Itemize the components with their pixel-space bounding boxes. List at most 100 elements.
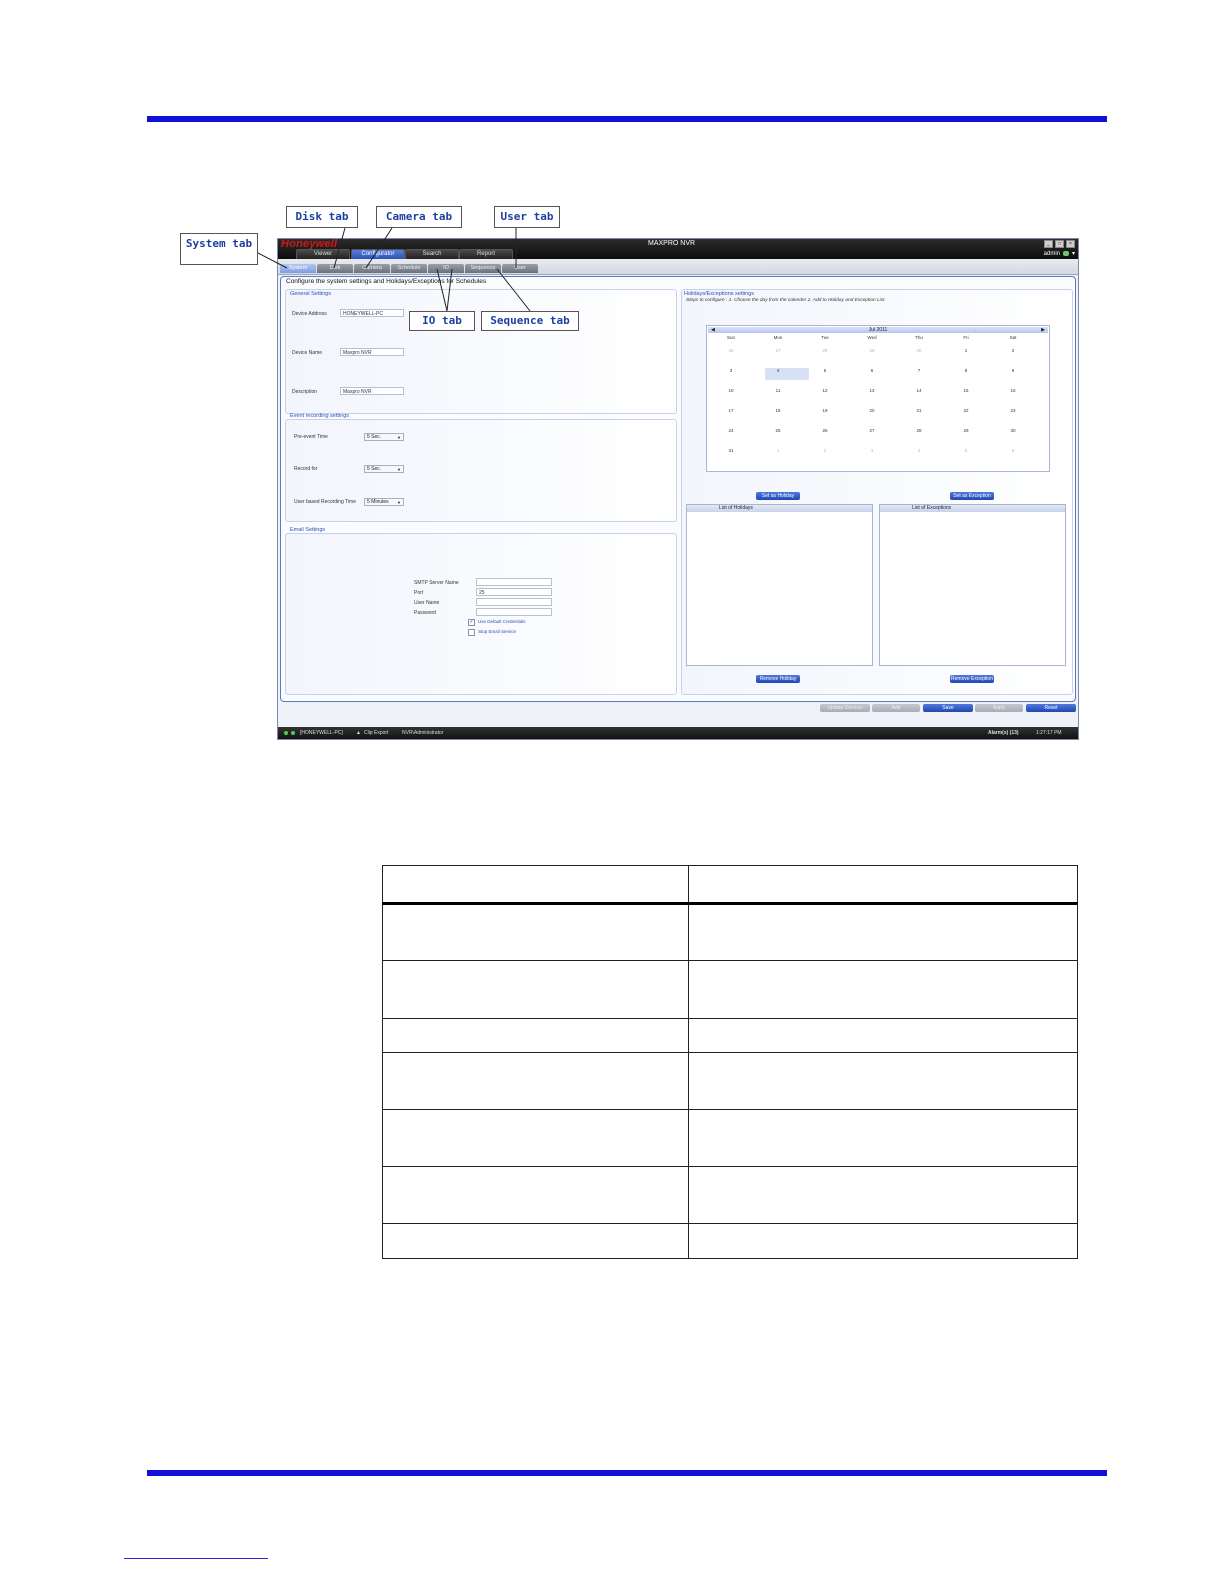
set-as-holiday-button[interactable]: Set as Holiday bbox=[756, 492, 800, 500]
calendar-day[interactable]: 30 bbox=[1003, 428, 1023, 433]
tab-search[interactable]: Search bbox=[405, 249, 459, 259]
calendar-weekday: Sun bbox=[726, 335, 735, 340]
status-clip-export[interactable]: Clip Export bbox=[364, 727, 388, 739]
calendar-day[interactable]: 14 bbox=[909, 388, 929, 393]
smtp-label: SMTP Server Name bbox=[414, 580, 459, 586]
calendar-day[interactable]: 28 bbox=[909, 428, 929, 433]
holidays-list[interactable]: List of Holidays bbox=[686, 504, 873, 666]
use-default-credentials-checkbox[interactable]: ✓ bbox=[468, 619, 475, 626]
clip-export-icon[interactable]: ▲ bbox=[356, 727, 361, 739]
calendar-day[interactable]: 23 bbox=[1003, 408, 1023, 413]
calendar-weekday: Tue bbox=[821, 335, 829, 340]
tab-configurator[interactable]: Configurator bbox=[351, 249, 405, 259]
calendar-day[interactable]: 20 bbox=[862, 408, 882, 413]
calendar-day[interactable]: 24 bbox=[721, 428, 741, 433]
calendar-day[interactable]: 21 bbox=[909, 408, 929, 413]
calendar-day[interactable]: 4 bbox=[768, 368, 788, 373]
apply-button[interactable]: Apply bbox=[975, 704, 1023, 712]
status-user: NVR\Administrator bbox=[402, 730, 444, 736]
calendar-day[interactable]: 27 bbox=[768, 348, 788, 353]
subtab-io[interactable]: IO bbox=[428, 264, 464, 273]
calendar-day[interactable]: 5 bbox=[956, 448, 976, 453]
close-icon[interactable]: × bbox=[1066, 240, 1075, 248]
calendar-day[interactable]: 1 bbox=[768, 448, 788, 453]
calendar-day[interactable]: 25 bbox=[768, 428, 788, 433]
calendar-day[interactable]: 3 bbox=[862, 448, 882, 453]
subtab-schedule[interactable]: Schedule bbox=[391, 264, 427, 273]
calendar-day[interactable]: 31 bbox=[721, 448, 741, 453]
record-for-value: 5 Sec. bbox=[367, 466, 382, 472]
subtab-system[interactable]: System bbox=[280, 264, 316, 273]
calendar-day[interactable]: 1 bbox=[956, 348, 976, 353]
record-for-dropdown[interactable]: 5 Sec. ▼ bbox=[364, 465, 404, 473]
pre-event-dropdown[interactable]: 5 Sec. ▼ bbox=[364, 433, 404, 441]
calendar-day[interactable]: 17 bbox=[721, 408, 741, 413]
calendar-day[interactable]: 26 bbox=[721, 348, 741, 353]
calendar-weekday: Wed bbox=[867, 335, 877, 340]
calendar-day[interactable]: 30 bbox=[909, 348, 929, 353]
smtp-field[interactable] bbox=[476, 578, 552, 586]
user-menu[interactable]: admin ▾ bbox=[1044, 250, 1075, 258]
calendar-day[interactable]: 22 bbox=[956, 408, 976, 413]
remove-exception-button[interactable]: Remove Exception bbox=[950, 675, 994, 683]
stop-email-service-checkbox[interactable] bbox=[468, 629, 475, 636]
calendar-day[interactable]: 29 bbox=[956, 428, 976, 433]
device-address-field[interactable]: HONEYWELL-PC bbox=[340, 309, 404, 317]
calendar-day[interactable]: 7 bbox=[909, 368, 929, 373]
calendar-day[interactable]: 11 bbox=[768, 388, 788, 393]
calendar-day[interactable]: 29 bbox=[862, 348, 882, 353]
user-based-dropdown[interactable]: 5 Minutes ▼ bbox=[364, 498, 404, 506]
device-name-field[interactable]: Maxpro NVR bbox=[340, 348, 404, 356]
subtab-sequence[interactable]: Sequence bbox=[465, 264, 501, 273]
status-dot-icon bbox=[284, 731, 288, 735]
calendar-day[interactable]: 12 bbox=[815, 388, 835, 393]
table-cell bbox=[688, 960, 1078, 1019]
calendar-day[interactable]: 18 bbox=[768, 408, 788, 413]
subtab-disk[interactable]: Disk bbox=[317, 264, 353, 273]
reset-button[interactable]: Reset bbox=[1026, 704, 1076, 712]
holiday-calendar[interactable]: ◀ Jul 2011 ▶ Sun Mon Tue Wed Thu Fri Sat 26 27 2… bbox=[706, 325, 1050, 472]
calendar-day[interactable]: 2 bbox=[815, 448, 835, 453]
status-device: [HONEYWELL-PC] bbox=[300, 730, 343, 736]
calendar-day[interactable]: 27 bbox=[862, 428, 882, 433]
calendar-day[interactable]: 15 bbox=[956, 388, 976, 393]
calendar-day[interactable]: 28 bbox=[815, 348, 835, 353]
callout-camera-tab: Camera tab bbox=[376, 206, 462, 228]
exceptions-list[interactable]: List of Exceptions bbox=[879, 504, 1066, 666]
add-button[interactable]: Add bbox=[872, 704, 920, 712]
table-cell bbox=[688, 1166, 1078, 1224]
subtab-user[interactable]: User bbox=[502, 264, 538, 273]
calendar-day[interactable]: 9 bbox=[1003, 368, 1023, 373]
calendar-day[interactable]: 6 bbox=[862, 368, 882, 373]
calendar-day[interactable]: 3 bbox=[721, 368, 741, 373]
calendar-day[interactable]: 13 bbox=[862, 388, 882, 393]
port-field[interactable]: 25 bbox=[476, 588, 552, 596]
calendar-day[interactable]: 19 bbox=[815, 408, 835, 413]
calendar-day[interactable]: 6 bbox=[1003, 448, 1023, 453]
subtab-camera[interactable]: Camera bbox=[354, 264, 390, 273]
password-field[interactable] bbox=[476, 608, 552, 616]
status-alarms[interactable]: Alarm(s) (13) bbox=[988, 727, 1019, 739]
calendar-day[interactable]: 4 bbox=[909, 448, 929, 453]
event-recording-panel: Event recording settings Pre-event Time … bbox=[285, 413, 677, 522]
calendar-day[interactable]: 2 bbox=[1003, 348, 1023, 353]
update-devices-button[interactable]: Update Devices bbox=[820, 704, 870, 712]
footer-link-underline bbox=[124, 1558, 268, 1559]
set-as-exception-button[interactable]: Set as Exception bbox=[950, 492, 994, 500]
tab-report[interactable]: Report bbox=[459, 249, 513, 259]
next-month-icon[interactable]: ▶ bbox=[1041, 327, 1045, 333]
maximize-icon[interactable]: □ bbox=[1055, 240, 1064, 248]
description-table bbox=[382, 865, 1078, 1259]
save-button[interactable]: Save bbox=[923, 704, 973, 712]
minimize-icon[interactable]: _ bbox=[1044, 240, 1053, 248]
calendar-day[interactable]: 10 bbox=[721, 388, 741, 393]
prev-month-icon[interactable]: ◀ bbox=[711, 327, 715, 333]
username-field[interactable] bbox=[476, 598, 552, 606]
calendar-day[interactable]: 16 bbox=[1003, 388, 1023, 393]
description-field[interactable]: Maxpro NVR bbox=[340, 387, 404, 395]
calendar-day[interactable]: 5 bbox=[815, 368, 835, 373]
calendar-day[interactable]: 8 bbox=[956, 368, 976, 373]
remove-holiday-button[interactable]: Remove Holiday bbox=[756, 675, 800, 683]
tab-viewer[interactable]: Viewer bbox=[296, 249, 350, 259]
calendar-day[interactable]: 26 bbox=[815, 428, 835, 433]
